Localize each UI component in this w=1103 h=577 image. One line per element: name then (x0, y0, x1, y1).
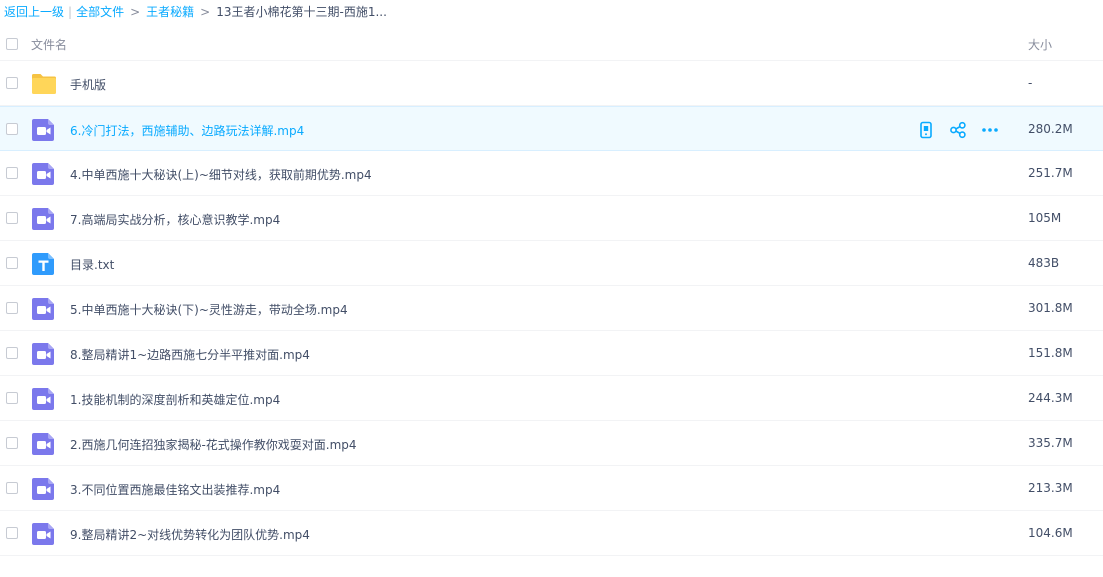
breadcrumb-arrow: > (200, 5, 211, 19)
current-folder: 13王者小棉花第十三期-西施1... (216, 5, 387, 19)
file-row[interactable]: 2.西施几何连招独家揭秘-花式操作教你戏耍对面.mp4 335.7M (0, 421, 1103, 466)
folder-row[interactable]: 手机版 - (0, 61, 1103, 106)
row-checkbox[interactable] (6, 123, 18, 135)
row-checkbox[interactable] (6, 527, 18, 539)
file-name[interactable]: 3.不同位置西施最佳铭文出装推荐.mp4 (70, 481, 280, 498)
video-icon (31, 431, 57, 457)
file-row[interactable]: 5.中单西施十大秘诀(下)~灵性游走，带动全场.mp4 301.8M (0, 286, 1103, 331)
file-row[interactable]: 目录.txt 483B (0, 241, 1103, 286)
file-size: - (1028, 76, 1033, 90)
all-files-link[interactable]: 全部文件 (76, 5, 124, 19)
breadcrumb-arrow: > (130, 5, 141, 19)
file-name[interactable]: 5.中单西施十大秘诀(下)~灵性游走，带动全场.mp4 (70, 301, 348, 318)
column-size-header[interactable]: 大小 (1028, 36, 1052, 53)
file-name[interactable]: 手机版 (70, 76, 106, 93)
file-row[interactable]: 3.不同位置西施最佳铭文出装推荐.mp4 213.3M (0, 466, 1103, 511)
row-checkbox[interactable] (6, 77, 18, 89)
file-row[interactable]: 6.冷门打法，西施辅助、边路玩法详解.mp4 280.2M (0, 106, 1103, 151)
row-checkbox[interactable] (6, 167, 18, 179)
video-icon (31, 296, 57, 322)
file-size: 244.3M (1028, 391, 1073, 405)
folder-icon (31, 71, 57, 97)
text-file-icon (31, 251, 57, 277)
video-icon (31, 386, 57, 412)
video-icon (31, 476, 57, 502)
row-checkbox[interactable] (6, 392, 18, 404)
row-checkbox[interactable] (6, 257, 18, 269)
share-icon[interactable] (949, 121, 967, 139)
file-name[interactable]: 2.西施几何连招独家揭秘-花式操作教你戏耍对面.mp4 (70, 436, 357, 453)
video-icon (31, 341, 57, 367)
file-name[interactable]: 8.整局精讲1~边路西施七分半平推对面.mp4 (70, 346, 310, 363)
row-checkbox[interactable] (6, 482, 18, 494)
file-size: 105M (1028, 211, 1062, 225)
file-size: 151.8M (1028, 346, 1073, 360)
file-name[interactable]: 目录.txt (70, 256, 114, 273)
video-icon (31, 117, 57, 143)
file-row[interactable]: 7.高端局实战分析，核心意识教学.mp4 105M (0, 196, 1103, 241)
video-icon (31, 161, 57, 187)
back-link[interactable]: 返回上一级 (4, 5, 64, 19)
file-row[interactable]: 8.整局精讲1~边路西施七分半平推对面.mp4 151.8M (0, 331, 1103, 376)
row-checkbox[interactable] (6, 347, 18, 359)
row-checkbox[interactable] (6, 302, 18, 314)
file-name[interactable]: 1.技能机制的深度剖析和英雄定位.mp4 (70, 391, 280, 408)
file-row[interactable]: 9.整局精讲2~对线优势转化为团队优势.mp4 104.6M (0, 511, 1103, 556)
file-name[interactable]: 9.整局精讲2~对线优势转化为团队优势.mp4 (70, 526, 310, 543)
row-checkbox[interactable] (6, 437, 18, 449)
file-name[interactable]: 4.中单西施十大秘诀(上)~细节对线，获取前期优势.mp4 (70, 166, 372, 183)
file-row[interactable]: 4.中单西施十大秘诀(上)~细节对线，获取前期优势.mp4 251.7M (0, 151, 1103, 196)
file-size: 301.8M (1028, 301, 1073, 315)
row-checkbox[interactable] (6, 212, 18, 224)
file-name[interactable]: 6.冷门打法，西施辅助、边路玩法详解.mp4 (70, 122, 304, 139)
column-name-header[interactable]: 文件名 (31, 36, 67, 53)
file-size: 483B (1028, 256, 1060, 270)
file-size: 104.6M (1028, 526, 1073, 540)
select-all-checkbox[interactable] (6, 38, 18, 50)
file-size: 213.3M (1028, 481, 1073, 495)
breadcrumb-separator: | (68, 5, 73, 19)
more-icon[interactable] (981, 121, 999, 139)
file-size: 251.7M (1028, 166, 1073, 180)
file-name[interactable]: 7.高端局实战分析，核心意识教学.mp4 (70, 211, 280, 228)
file-size: 280.2M (1028, 122, 1073, 136)
file-size: 335.7M (1028, 436, 1073, 450)
file-row[interactable]: 1.技能机制的深度剖析和英雄定位.mp4 244.3M (0, 376, 1103, 421)
phone-icon[interactable] (917, 121, 935, 139)
video-icon (31, 521, 57, 547)
file-list-header: 文件名 大小 (0, 27, 1103, 61)
folder-link[interactable]: 王者秘籍 (146, 5, 194, 19)
video-icon (31, 206, 57, 232)
breadcrumb: 返回上一级 | 全部文件 > 王者秘籍 >13王者小棉花第十三期-西施1... (4, 4, 387, 20)
